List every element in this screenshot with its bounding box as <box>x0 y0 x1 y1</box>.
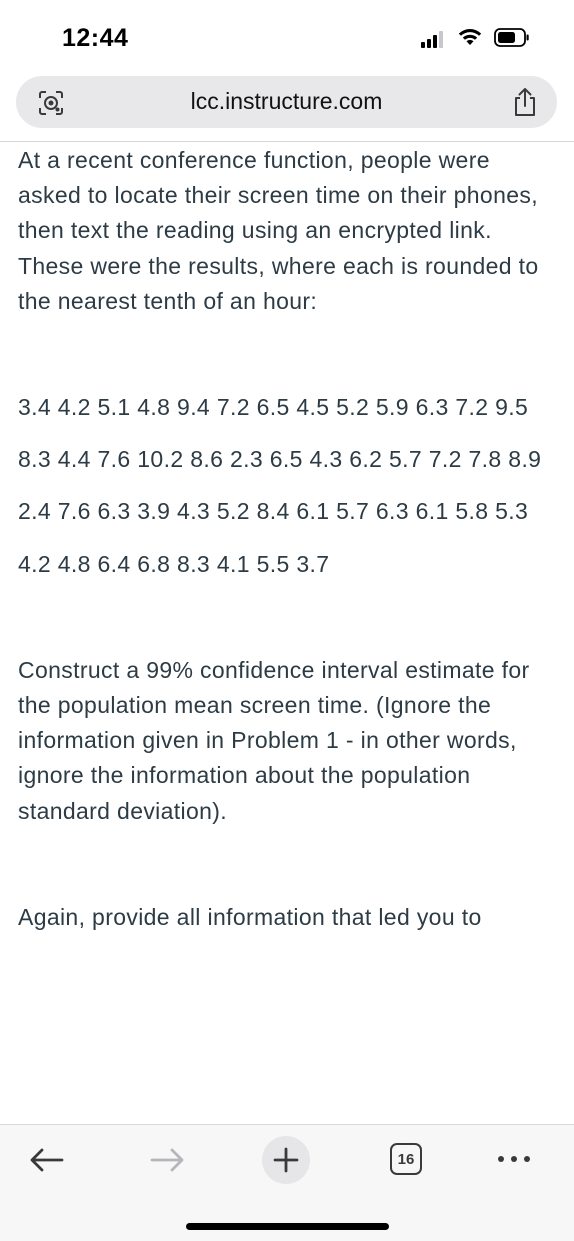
address-bar[interactable]: lcc.instructure.com <box>16 76 557 128</box>
forward-arrow-icon <box>150 1148 184 1172</box>
home-indicator[interactable] <box>186 1223 389 1230</box>
data-line: 8.3 4.4 7.6 10.2 8.6 2.3 6.5 4.3 6.2 5.7… <box>18 446 542 473</box>
question-task: Construct a 99% confidence interval esti… <box>18 656 530 824</box>
back-button[interactable] <box>24 1142 68 1178</box>
battery-icon <box>494 28 529 47</box>
status-time: 12:44 <box>62 24 129 52</box>
share-icon[interactable] <box>511 86 539 118</box>
question-content: At a recent conference function, people … <box>18 143 558 1123</box>
more-icon <box>498 1156 530 1162</box>
new-tab-button[interactable] <box>262 1136 310 1184</box>
browser-screen: 12:44 lcc.instructure.com At a recent co… <box>0 0 574 1241</box>
data-line: 3.4 4.2 5.1 4.8 9.4 7.2 6.5 4.5 5.2 5.9 … <box>18 394 529 421</box>
data-line: 2.4 7.6 6.3 3.9 4.3 5.2 8.4 6.1 5.7 6.3 … <box>18 498 529 525</box>
cellular-signal-icon <box>421 30 447 48</box>
question-intro: At a recent conference function, people … <box>18 147 539 314</box>
data-line: 4.2 4.8 6.4 6.8 8.3 4.1 5.5 3.7 <box>18 550 330 577</box>
tabs-button[interactable]: 16 <box>390 1143 422 1175</box>
forward-button[interactable] <box>146 1142 190 1178</box>
wifi-icon <box>458 29 482 45</box>
status-bar: 12:44 <box>0 0 574 72</box>
tab-count: 16 <box>397 1150 415 1168</box>
toolbar-divider <box>0 141 574 142</box>
more-button[interactable] <box>494 1147 534 1171</box>
back-arrow-icon <box>30 1148 64 1172</box>
plus-icon <box>273 1147 299 1173</box>
url-text[interactable]: lcc.instructure.com <box>16 88 557 115</box>
question-continued: Again, provide all information that led … <box>18 903 482 930</box>
browser-toolbar: 16 <box>0 1124 574 1241</box>
